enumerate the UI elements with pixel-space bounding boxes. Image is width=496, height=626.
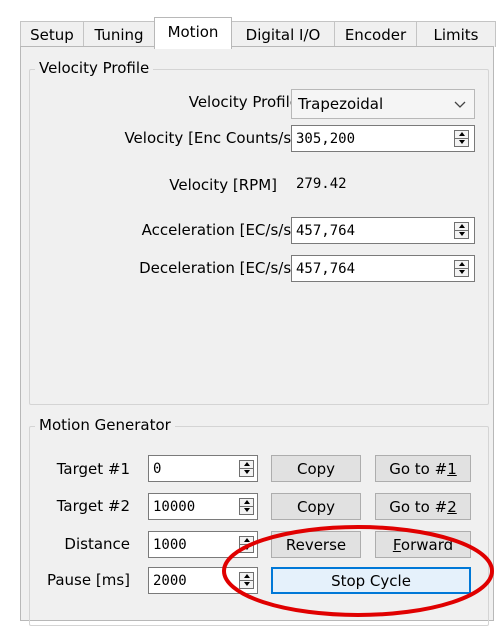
go-to-1-button[interactable]: Go to #1 bbox=[375, 455, 471, 482]
spin-down-icon[interactable] bbox=[240, 581, 253, 589]
velocity-rpm-value: 279.42 bbox=[296, 176, 347, 192]
copy-target1-button[interactable]: Copy bbox=[271, 455, 361, 482]
spin-up-icon[interactable] bbox=[455, 131, 468, 139]
spin-up-icon[interactable] bbox=[240, 461, 253, 469]
velocity-spinner[interactable] bbox=[454, 130, 469, 147]
go-to-1-button-label: Go to #1 bbox=[389, 459, 457, 478]
spin-up-icon[interactable] bbox=[240, 537, 253, 545]
motion-tab-panel: Velocity Profile Velocity Profile Trapez… bbox=[20, 46, 494, 626]
deceleration-spinner[interactable] bbox=[454, 260, 469, 277]
tab-setup-label: Setup bbox=[30, 25, 74, 44]
distance-field bbox=[148, 531, 258, 558]
spin-up-icon[interactable] bbox=[240, 499, 253, 507]
target1-spinner[interactable] bbox=[239, 460, 254, 477]
velocity-field bbox=[291, 125, 475, 152]
target2-label: Target #2 bbox=[56, 497, 130, 515]
copy-target2-button[interactable]: Copy bbox=[271, 493, 361, 520]
tab-encoder-label: Encoder bbox=[344, 25, 407, 44]
deceleration-label: Deceleration [EC/s/s] bbox=[139, 259, 297, 277]
tab-tuning[interactable]: Tuning bbox=[83, 21, 155, 47]
spin-down-icon[interactable] bbox=[455, 269, 468, 277]
target1-label: Target #1 bbox=[56, 460, 130, 478]
target1-field bbox=[148, 455, 258, 482]
velocity-profile-label: Velocity Profile bbox=[188, 93, 299, 111]
pause-input[interactable] bbox=[149, 568, 233, 593]
tab-digital-io[interactable]: Digital I/O bbox=[231, 21, 335, 47]
spin-up-icon[interactable] bbox=[240, 573, 253, 581]
velocity-input[interactable] bbox=[292, 126, 446, 151]
target2-spinner[interactable] bbox=[239, 498, 254, 515]
tab-digital-io-label: Digital I/O bbox=[245, 25, 321, 44]
copy-target1-button-label: Copy bbox=[296, 459, 336, 478]
tab-tuning-label: Tuning bbox=[94, 25, 144, 44]
spin-down-icon[interactable] bbox=[240, 507, 253, 515]
tab-motion[interactable]: Motion bbox=[154, 17, 232, 49]
tab-limits-label: Limits bbox=[433, 25, 479, 44]
spin-down-icon[interactable] bbox=[240, 469, 253, 477]
velocity-label: Velocity [Enc Counts/s] bbox=[124, 129, 297, 147]
acceleration-spinner[interactable] bbox=[454, 222, 469, 239]
reverse-button-label: Reverse bbox=[285, 535, 347, 554]
stop-cycle-button[interactable]: Stop Cycle bbox=[271, 567, 471, 594]
deceleration-input[interactable] bbox=[292, 256, 446, 281]
velocity-rpm-label: Velocity [RPM] bbox=[169, 176, 277, 194]
forward-button-label: Forward bbox=[392, 535, 454, 554]
pause-spinner[interactable] bbox=[239, 572, 254, 589]
velocity-profile-select[interactable]: Trapezoidal bbox=[291, 89, 475, 119]
velocity-profile-title: Velocity Profile bbox=[35, 59, 154, 77]
go-to-2-button[interactable]: Go to #2 bbox=[375, 493, 471, 520]
tab-encoder[interactable]: Encoder bbox=[334, 21, 417, 47]
acceleration-input[interactable] bbox=[292, 218, 446, 243]
acceleration-label: Acceleration [EC/s/s] bbox=[141, 221, 297, 239]
deceleration-field bbox=[291, 255, 475, 282]
tab-motion-label: Motion bbox=[167, 23, 219, 41]
copy-target2-button-label: Copy bbox=[296, 497, 336, 516]
pause-label: Pause [ms] bbox=[46, 571, 130, 589]
forward-button[interactable]: Forward bbox=[375, 531, 471, 558]
motion-generator-title: Motion Generator bbox=[35, 416, 175, 434]
chevron-down-icon bbox=[454, 101, 466, 108]
stop-cycle-button-label: Stop Cycle bbox=[331, 571, 411, 590]
spin-down-icon[interactable] bbox=[455, 231, 468, 239]
target1-input[interactable] bbox=[149, 456, 233, 481]
spin-down-icon[interactable] bbox=[455, 139, 468, 147]
target2-input[interactable] bbox=[149, 494, 233, 519]
target2-field bbox=[148, 493, 258, 520]
distance-label: Distance bbox=[64, 535, 130, 553]
distance-spinner[interactable] bbox=[239, 536, 254, 553]
pause-field bbox=[148, 567, 258, 594]
spin-up-icon[interactable] bbox=[455, 223, 468, 231]
acceleration-field bbox=[291, 217, 475, 244]
spin-down-icon[interactable] bbox=[240, 545, 253, 553]
tab-limits[interactable]: Limits bbox=[416, 21, 496, 47]
spin-up-icon[interactable] bbox=[455, 261, 468, 269]
distance-input[interactable] bbox=[149, 532, 233, 557]
reverse-button[interactable]: Reverse bbox=[271, 531, 361, 558]
velocity-profile-select-value: Trapezoidal bbox=[298, 95, 384, 113]
go-to-2-button-label: Go to #2 bbox=[389, 497, 457, 516]
tab-setup[interactable]: Setup bbox=[20, 21, 84, 47]
